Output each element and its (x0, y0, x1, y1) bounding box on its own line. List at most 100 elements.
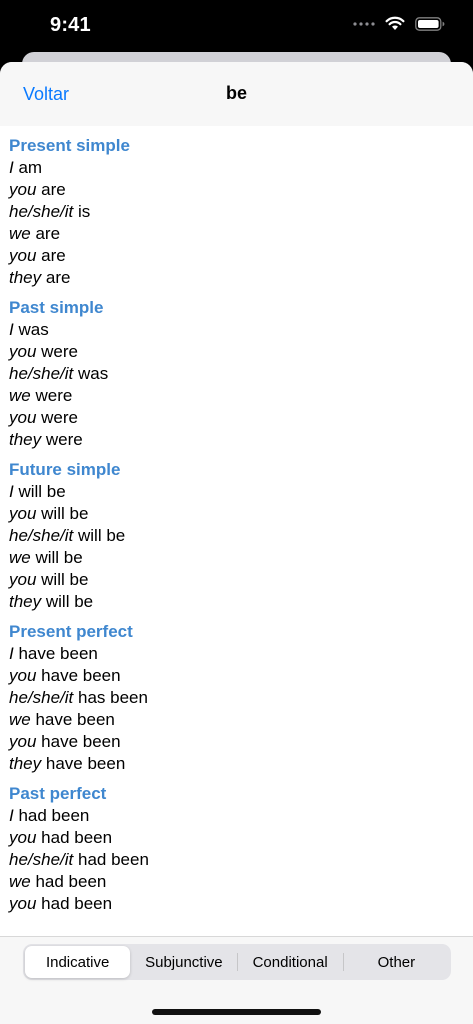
status-icons (353, 16, 445, 31)
verb-form: are (41, 246, 66, 265)
conjugation-line: you were (9, 407, 473, 429)
pronoun: he/she/it (9, 850, 74, 869)
tense-section: Future simple I will be you will be he/she/… (9, 459, 473, 613)
conjugation-line: I am (9, 157, 473, 179)
conjugation-line: you had been (9, 893, 473, 915)
verb-form: had been (18, 806, 90, 825)
pronoun: we (9, 872, 31, 891)
pronoun: we (9, 548, 31, 567)
tab-other[interactable]: Other (344, 946, 449, 978)
status-time: 9:41 (50, 14, 91, 36)
verb-form: had been (41, 828, 113, 847)
conjugation-line: we had been (9, 871, 473, 893)
conjugation-line: I was (9, 319, 473, 341)
verb-form: are (35, 224, 61, 243)
tense-title: Future simple (9, 460, 121, 479)
pronoun: you (9, 504, 37, 523)
pronoun: they (9, 430, 42, 449)
pronoun: you (9, 180, 37, 199)
conjugation-line: he/she/it had been (9, 849, 473, 871)
conjugation-line: they have been (9, 753, 473, 775)
pronoun: he/she/it (9, 526, 74, 545)
verb-form: had been (35, 872, 107, 891)
wifi-icon (385, 16, 405, 31)
page-title: be (225, 83, 247, 103)
tab-conditional[interactable]: Conditional (238, 946, 343, 978)
verb-form: will be (41, 570, 89, 589)
verb-form: had been (41, 894, 113, 913)
conjugation-line: we have been (9, 709, 473, 731)
pronoun: you (9, 828, 37, 847)
mood-segmented-control: Indicative Subjunctive Conditional Other (23, 944, 451, 980)
verb-form: are (45, 268, 71, 287)
pronoun: you (9, 666, 37, 685)
pronoun: they (9, 592, 42, 611)
verb-form: were (45, 430, 83, 449)
tense-section: Past simple I was you were he/she/it was we … (9, 297, 473, 451)
pronoun: I (9, 158, 14, 177)
conjugation-list[interactable]: Present simple I am you are he/she/it is we … (0, 126, 473, 936)
verb-form: have been (35, 710, 115, 729)
verb-form: will be (45, 592, 94, 611)
conjugation-line: you have been (9, 665, 473, 687)
verb-form: has been (78, 688, 148, 707)
pronoun: you (9, 570, 37, 589)
verb-form: have been (18, 644, 98, 663)
home-indicator (152, 1009, 321, 1015)
verb-form: was (78, 364, 109, 383)
status-bar: 9:41 (0, 0, 473, 52)
pronoun: you (9, 732, 37, 751)
verb-form: have been (41, 666, 121, 685)
pronoun: they (9, 268, 42, 287)
tense-section: Present simple I am you are he/she/it is we … (9, 135, 473, 289)
conjugation-sheet: Voltar be Present simple I am you are he/sh… (0, 62, 473, 1024)
pronoun: we (9, 224, 31, 243)
verb-form: will be (35, 548, 83, 567)
tense-title: Present perfect (9, 622, 133, 641)
conjugation-line: he/she/it has been (9, 687, 473, 709)
battery-icon (415, 16, 445, 31)
mood-tab-bar: Indicative Subjunctive Conditional Other (0, 936, 473, 1024)
pronoun: he/she/it (9, 202, 74, 221)
pronoun: you (9, 408, 37, 427)
verb-form: were (35, 386, 73, 405)
tense-section: Past perfect I had been you had been he/she… (9, 783, 473, 915)
cellular-signal-icon (353, 19, 375, 29)
verb-form: are (41, 180, 66, 199)
tab-subjunctive[interactable]: Subjunctive (131, 946, 236, 978)
verb-form: will be (78, 526, 126, 545)
conjugation-line: I will be (9, 481, 473, 503)
pronoun: I (9, 806, 14, 825)
conjugation-line: you were (9, 341, 473, 363)
pronoun: he/she/it (9, 364, 74, 383)
conjugation-line: I had been (9, 805, 473, 827)
navigation-bar: Voltar be (0, 62, 473, 126)
conjugation-line: you have been (9, 731, 473, 753)
tense-title: Past simple (9, 298, 104, 317)
verb-form: have been (41, 732, 121, 751)
conjugation-line: they are (9, 267, 473, 289)
conjugation-line: you had been (9, 827, 473, 849)
tense-title: Present simple (9, 136, 130, 155)
pronoun: we (9, 710, 31, 729)
tense-title: Past perfect (9, 784, 107, 803)
conjugation-line: they were (9, 429, 473, 451)
pronoun: I (9, 320, 14, 339)
pronoun: you (9, 894, 37, 913)
conjugation-line: he/she/it will be (9, 525, 473, 547)
verb-form: will be (41, 504, 89, 523)
pronoun: we (9, 386, 31, 405)
verb-form: were (41, 408, 79, 427)
conjugation-line: you are (9, 245, 473, 267)
pronoun: I (9, 482, 14, 501)
conjugation-line: we were (9, 385, 473, 407)
verb-form: is (78, 202, 91, 221)
conjugation-line: you are (9, 179, 473, 201)
tab-indicative[interactable]: Indicative (25, 946, 131, 978)
conjugation-line: he/she/it is (9, 201, 473, 223)
verb-form: were (41, 342, 79, 361)
pronoun: I (9, 644, 14, 663)
conjugation-line: they will be (9, 591, 473, 613)
verb-form: was (18, 320, 49, 339)
verb-form: will be (18, 482, 66, 501)
